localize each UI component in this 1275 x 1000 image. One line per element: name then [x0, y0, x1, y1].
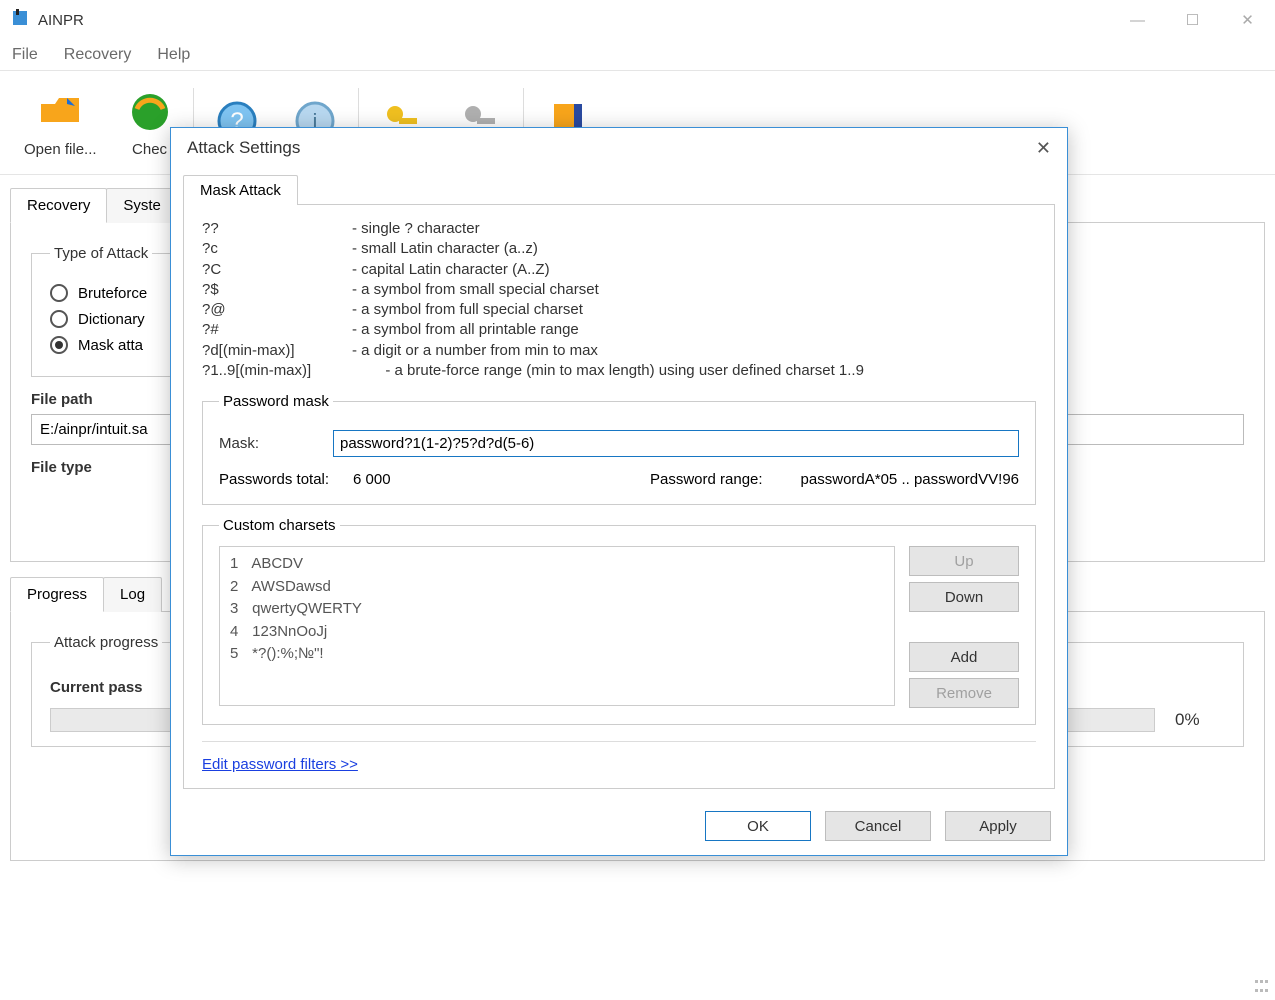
custom-charsets-legend: Custom charsets [219, 517, 340, 534]
tab-progress[interactable]: Progress [10, 577, 104, 612]
password-range-value: passwordA*05 .. passwordVV!96 [801, 471, 1019, 488]
menu-recovery[interactable]: Recovery [64, 46, 132, 64]
radio-bruteforce-label: Bruteforce [78, 285, 147, 302]
radio-icon [50, 310, 68, 328]
toolbar-open-file[interactable]: Open file... [10, 71, 111, 174]
ref-desc: - a brute-force range (min to max length… [352, 362, 864, 379]
ref-code: ?d[(min-max)] [202, 341, 352, 361]
attack-progress-label: Attack progress [50, 634, 162, 651]
ref-code: ?# [202, 320, 352, 340]
tab-recovery[interactable]: Recovery [10, 188, 107, 223]
folder-open-icon [35, 87, 85, 137]
mask-input[interactable] [333, 430, 1019, 457]
tab-log[interactable]: Log [103, 577, 162, 612]
charset-row[interactable]: 4 123NnOoJj [230, 621, 884, 644]
titlebar: AINPR — ☐ ✕ [0, 0, 1275, 40]
close-button[interactable]: ✕ [1220, 0, 1275, 40]
ref-desc: - a digit or a number from min to max [352, 342, 598, 359]
ref-code: ?C [202, 260, 352, 280]
down-button[interactable]: Down [909, 582, 1019, 612]
dialog-close-button[interactable]: ✕ [1036, 138, 1051, 159]
dialog-body: Mask Attack ??- single ? character ?c- s… [171, 168, 1067, 805]
up-button[interactable]: Up [909, 546, 1019, 576]
charset-row[interactable]: 5 *?():%;№"! [230, 643, 884, 666]
mask-attack-panel: ??- single ? character ?c- small Latin c… [183, 204, 1055, 789]
maximize-button[interactable]: ☐ [1165, 0, 1220, 40]
mask-label: Mask: [219, 435, 319, 452]
ok-button[interactable]: OK [705, 811, 811, 841]
radio-icon [50, 336, 68, 354]
ref-code: ?c [202, 239, 352, 259]
password-range-label: Password range: [650, 471, 763, 488]
ref-desc: - a symbol from small special charset [352, 281, 599, 298]
minimize-button[interactable]: — [1110, 0, 1165, 40]
edit-password-filters-link[interactable]: Edit password filters >> [202, 756, 358, 773]
password-mask-group: Password mask Mask: Passwords total: 6 0… [202, 393, 1036, 505]
window-controls: — ☐ ✕ [1110, 0, 1275, 40]
charset-side-buttons: Up Down Add Remove [909, 546, 1019, 708]
main-window: AINPR — ☐ ✕ File Recovery Help Open file… [0, 0, 1275, 1000]
add-button[interactable]: Add [909, 642, 1019, 672]
globe-refresh-icon [125, 87, 175, 137]
toolbar-open-label: Open file... [24, 141, 97, 158]
menubar: File Recovery Help [0, 40, 1275, 70]
charset-row[interactable]: 3 qwertyQWERTY [230, 598, 884, 621]
passwords-total-label: Passwords total: [219, 471, 339, 488]
ref-code: ?1..9[(min-max)] [202, 361, 352, 381]
app-title: AINPR [38, 12, 84, 29]
menu-help[interactable]: Help [157, 46, 190, 64]
radio-dictionary-label: Dictionary [78, 311, 145, 328]
cancel-button[interactable]: Cancel [825, 811, 931, 841]
toolbar-check-label: Chec [132, 141, 167, 158]
progress-percent: 0% [1175, 710, 1225, 730]
ref-desc: - small Latin character (a..z) [352, 240, 538, 257]
charset-row[interactable]: 1 ABCDV [230, 553, 884, 576]
radio-icon [50, 284, 68, 302]
ref-desc: - single ? character [352, 220, 480, 237]
ref-code: ?? [202, 219, 352, 239]
tab-mask-attack[interactable]: Mask Attack [183, 175, 298, 205]
passwords-total-value: 6 000 [353, 471, 391, 488]
dialog-footer: OK Cancel Apply [171, 805, 1067, 855]
remove-button[interactable]: Remove [909, 678, 1019, 708]
ref-desc: - a symbol from full special charset [352, 301, 583, 318]
tab-system[interactable]: Syste [106, 188, 178, 223]
apply-button[interactable]: Apply [945, 811, 1051, 841]
custom-charsets-group: Custom charsets 1 ABCDV 2 AWSDawsd 3 qwe… [202, 517, 1036, 725]
ref-code: ?$ [202, 280, 352, 300]
dialog-title: Attack Settings [187, 138, 300, 158]
attack-settings-dialog: Attack Settings ✕ Mask Attack ??- single… [170, 127, 1068, 856]
ref-desc: - capital Latin character (A..Z) [352, 261, 550, 278]
dialog-header: Attack Settings ✕ [171, 128, 1067, 168]
app-icon [10, 8, 30, 33]
type-of-attack-label: Type of Attack [50, 245, 152, 262]
ref-desc: - a symbol from all printable range [352, 321, 579, 338]
password-mask-legend: Password mask [219, 393, 333, 410]
mask-reference: ??- single ? character ?c- small Latin c… [202, 219, 1036, 381]
charset-row[interactable]: 2 AWSDawsd [230, 576, 884, 599]
radio-mask-label: Mask atta [78, 337, 143, 354]
menu-file[interactable]: File [12, 46, 38, 64]
resize-grip[interactable] [1255, 980, 1271, 996]
charset-list[interactable]: 1 ABCDV 2 AWSDawsd 3 qwertyQWERTY 4 123N… [219, 546, 895, 706]
ref-code: ?@ [202, 300, 352, 320]
